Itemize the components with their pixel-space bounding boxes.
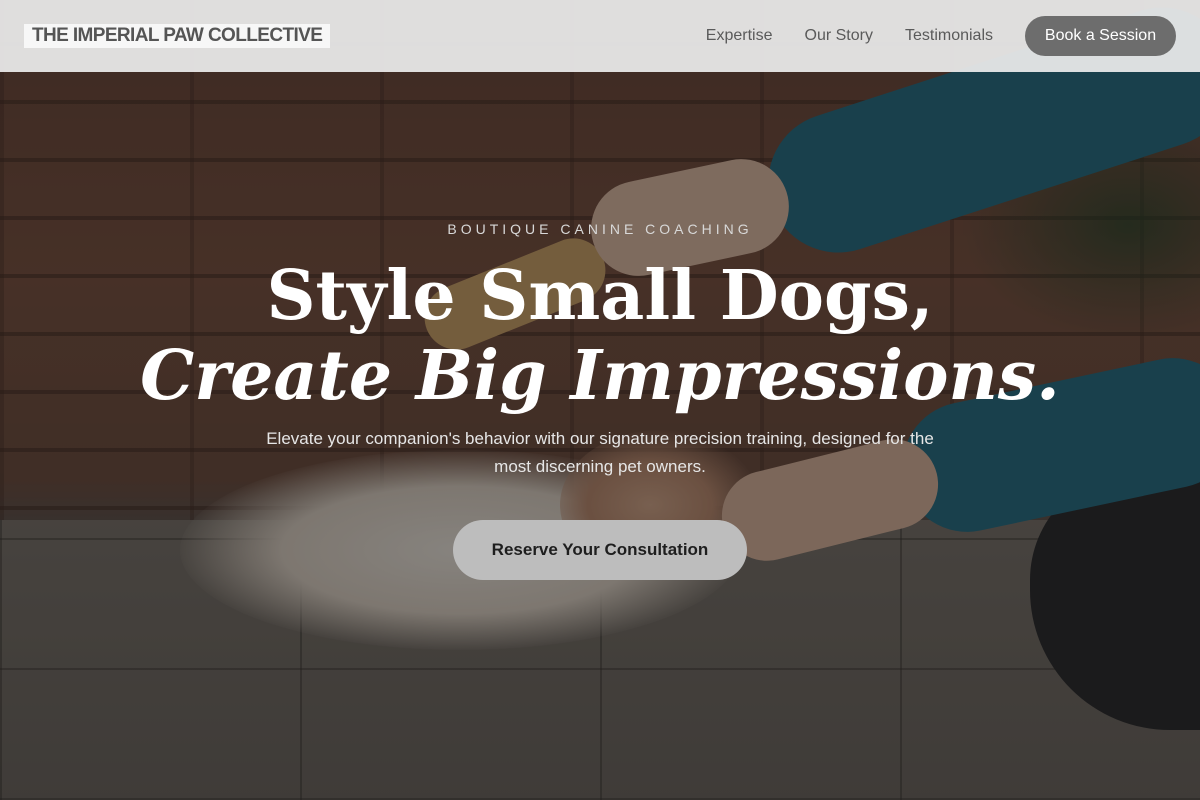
reserve-consultation-button[interactable]: Reserve Your Consultation [453, 520, 747, 580]
hero-headline-line2: Create Big Impressions. [140, 336, 1060, 416]
hero-headline: Style Small Dogs, Create Big Impressions… [0, 256, 1200, 416]
hero-eyebrow: BOUTIQUE CANINE COACHING [447, 221, 753, 237]
hero-subtext: Elevate your companion's behavior with o… [266, 429, 934, 476]
hero-content: BOUTIQUE CANINE COACHING Style Small Dog… [0, 0, 1200, 800]
hero-headline-line1: Style Small Dogs, [266, 256, 934, 336]
